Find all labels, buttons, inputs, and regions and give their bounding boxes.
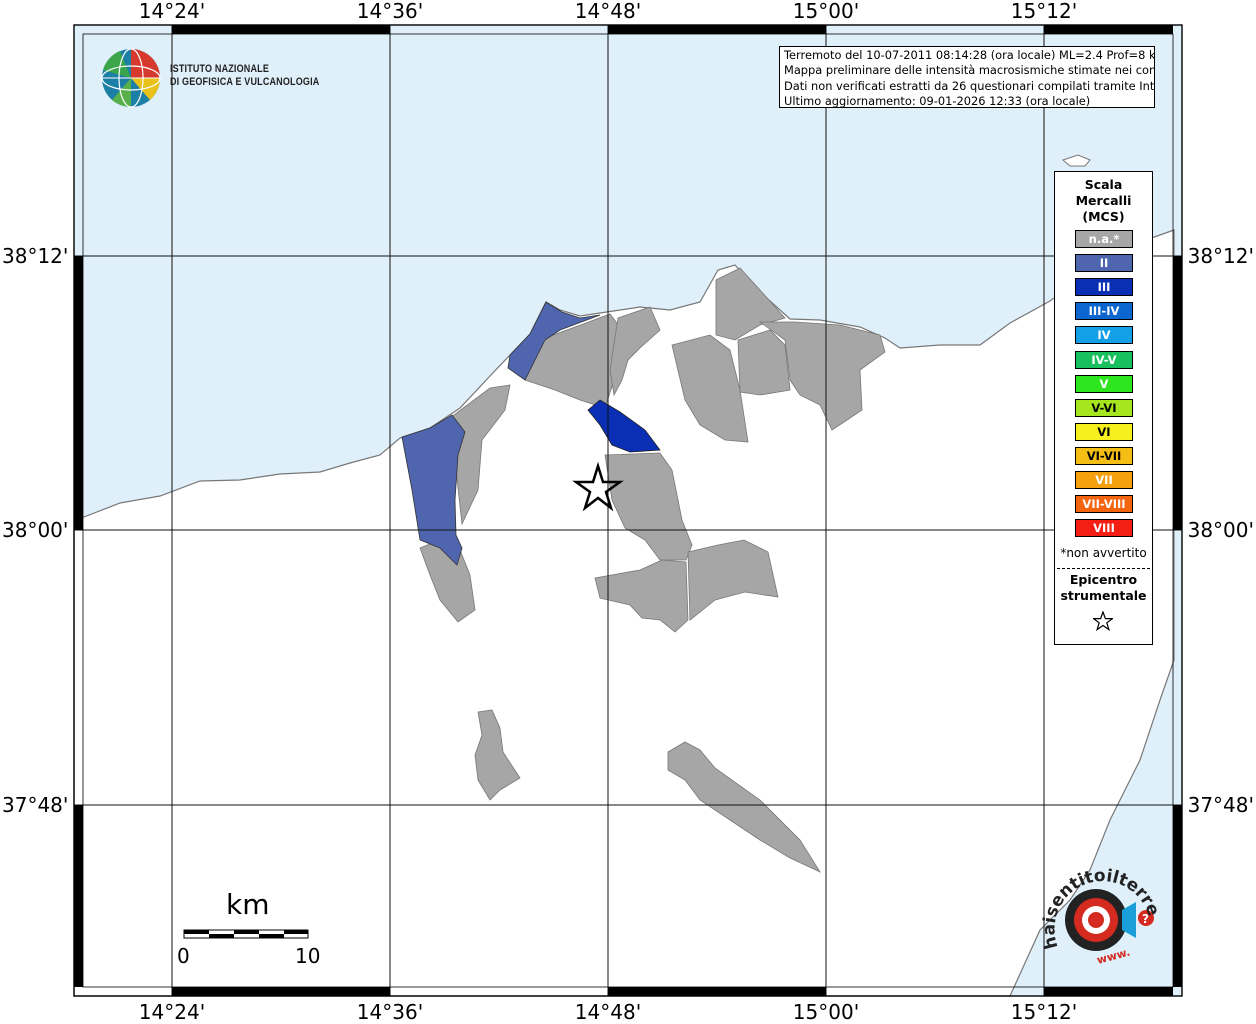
scale-bar <box>183 929 309 939</box>
info-line: Terremoto del 10-07-2011 08:14:28 (ora l… <box>784 48 1155 62</box>
legend-divider <box>1057 568 1150 569</box>
left-latitude-label: 37°48' <box>2 793 69 817</box>
event-info-box: Terremoto del 10-07-2011 08:14:28 (ora l… <box>779 46 1155 108</box>
top-longitude-label: 15°12' <box>1010 0 1078 23</box>
haisentito-logo-icon: ? haisentitoilterremoto.it www. <box>1038 852 1163 967</box>
top-longitude-label: 15°00' <box>792 0 860 23</box>
legend-item: n.a.* <box>1075 230 1133 248</box>
legend-item: VII-VIII <box>1075 495 1133 514</box>
left-latitude-label: 38°12' <box>2 244 69 268</box>
bottom-longitude-label: 14°36' <box>356 1000 424 1024</box>
legend-item: V <box>1075 374 1133 393</box>
epicenter-legend-title: Epicentro strumentale <box>1060 572 1147 603</box>
top-longitude-label: 14°24' <box>138 0 206 23</box>
legend-item: V-VI <box>1075 398 1133 417</box>
bottom-longitude-label: 15°00' <box>792 1000 860 1024</box>
scale-end: 10 <box>295 944 321 968</box>
top-longitude-label: 14°48' <box>574 0 642 23</box>
legend-item: VIII <box>1075 519 1133 538</box>
bottom-longitude-label: 14°24' <box>138 1000 206 1024</box>
left-latitude-label: 38°00' <box>2 518 69 542</box>
mcs-legend: Scala Mercalli (MCS) n.a.* II III III-IV IV I… <box>1054 171 1153 645</box>
epicenter-legend-star-icon <box>1093 611 1113 631</box>
legend-item: VI <box>1075 422 1133 441</box>
legend-item: VI-VII <box>1075 446 1133 465</box>
right-latitude-label: 37°48' <box>1187 793 1254 817</box>
scale-start: 0 <box>177 944 190 968</box>
right-latitude-label: 38°12' <box>1187 244 1254 268</box>
legend-item: VII <box>1075 471 1133 489</box>
right-latitude-label: 38°00' <box>1187 518 1254 542</box>
ingv-globe-icon <box>101 48 161 108</box>
not-felt-note: *non avvertito <box>1060 546 1147 560</box>
ingv-line-1: ISTITUTO NAZIONALE <box>170 63 270 75</box>
scale-unit: km <box>226 888 270 921</box>
legend-item: III-IV <box>1075 302 1133 321</box>
legend-item: IV <box>1075 326 1133 345</box>
bottom-longitude-label: 14°48' <box>574 1000 642 1024</box>
info-line: Mappa preliminare delle intensità macros… <box>784 63 1155 78</box>
legend-item: IV-V <box>1075 350 1133 369</box>
top-longitude-label: 14°36' <box>356 0 424 23</box>
bottom-longitude-label: 15°12' <box>1010 1000 1078 1024</box>
info-line: Dati non verificati estratti da 26 quest… <box>784 78 1155 93</box>
legend-title: Scala Mercalli (MCS) <box>1075 177 1132 224</box>
ingv-line-2: DI GEOFISICA E VULCANOLOGIA <box>170 76 320 88</box>
legend-item: III <box>1075 278 1133 297</box>
info-line: Ultimo aggiornamento: 09-01-2026 12:33 (… <box>784 93 1091 108</box>
ingv-logo-text: ISTITUTO NAZIONALE DI GEOFISICA E VULCAN… <box>170 63 319 89</box>
legend-item: II <box>1075 254 1133 273</box>
